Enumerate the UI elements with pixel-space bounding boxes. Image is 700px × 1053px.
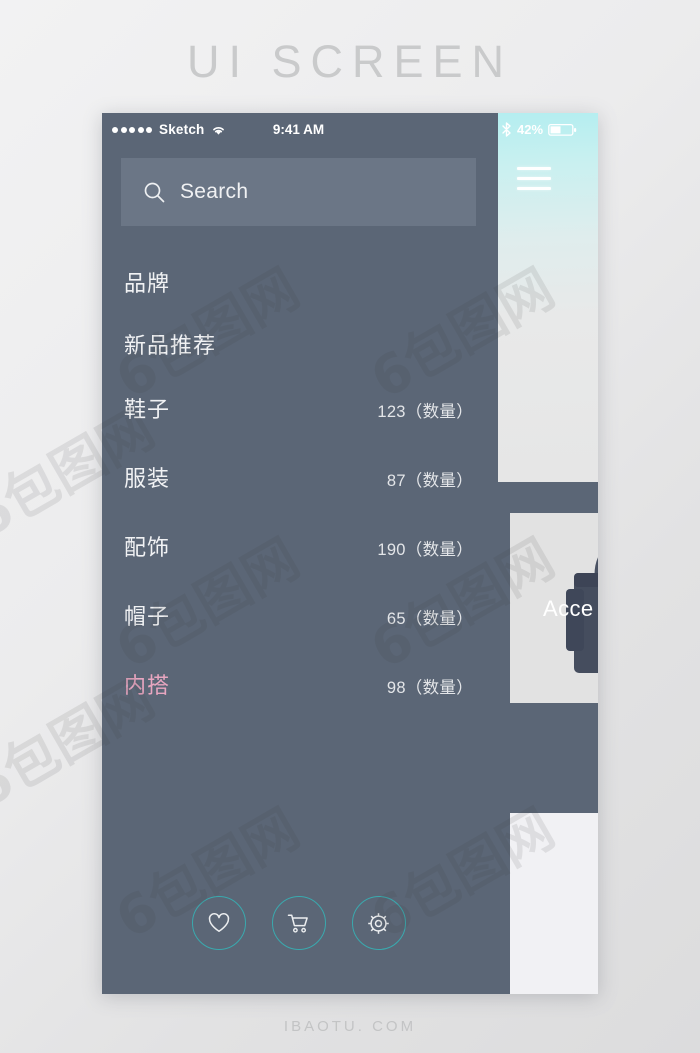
battery-icon <box>548 123 577 136</box>
menu-item-label: 品牌 <box>124 271 171 296</box>
main-screen-peek[interactable]: 42% Acce <box>495 113 598 994</box>
menu-item-label: 鞋子 <box>124 397 171 422</box>
menu-item-count: 65（数量） <box>386 610 473 628</box>
status-bar-right: 42% <box>495 113 598 146</box>
menu-item-count: 123（数量） <box>377 403 473 421</box>
gear-icon <box>368 912 389 934</box>
menu-item-new-arrivals[interactable]: 新品推荐 <box>124 328 473 360</box>
menu-item-clothing[interactable]: 服装 87（数量） <box>124 461 473 493</box>
menu-item-label: 配饰 <box>124 535 171 560</box>
search-placeholder: Search <box>180 180 249 203</box>
battery-percent-label: 42% <box>517 122 544 137</box>
wifi-icon <box>213 126 225 135</box>
favorites-button[interactable] <box>191 896 246 950</box>
menu-item-count: 190（数量） <box>377 541 473 559</box>
menu-item-label: 服装 <box>124 466 171 491</box>
sidebar-drawer: Sketch 9:41 AM Search 品牌 新品推荐 鞋子 123（数量）… <box>102 113 495 994</box>
search-icon <box>144 182 165 202</box>
menu-item-label: 新品推荐 <box>124 333 217 358</box>
cart-button[interactable] <box>271 896 326 950</box>
signal-strength-dots <box>112 126 152 133</box>
bluetooth-icon <box>502 122 511 137</box>
search-container: Search <box>102 146 495 226</box>
page-title: UI SCREEN <box>186 36 514 87</box>
status-bar: Sketch 9:41 AM <box>102 113 495 146</box>
heart-icon <box>208 912 229 933</box>
menu-item-count: 98（数量） <box>386 679 473 697</box>
menu-item-label: 内搭 <box>124 673 171 698</box>
hamburger-icon[interactable] <box>517 167 551 190</box>
status-bar-left: Sketch <box>112 122 226 137</box>
phone-mockup: Sketch 9:41 AM Search 品牌 新品推荐 鞋子 123（数量）… <box>102 113 598 994</box>
menu-item-accessories[interactable]: 配饰 190（数量） <box>124 530 473 562</box>
menu-item-label: 帽子 <box>124 604 171 629</box>
carrier-label: Sketch <box>159 122 205 137</box>
product-card-secondary[interactable] <box>510 813 598 994</box>
menu-item-hats[interactable]: 帽子 65（数量） <box>124 599 473 631</box>
search-input[interactable]: Search <box>121 158 476 226</box>
cart-icon <box>287 913 308 933</box>
menu-item-brand[interactable]: 品牌 <box>124 266 473 298</box>
product-card-label: Acce <box>543 596 594 621</box>
settings-button[interactable] <box>351 896 406 950</box>
menu-list: 品牌 新品推荐 鞋子 123（数量） 服装 87（数量） 配饰 190（数量） … <box>102 226 495 896</box>
menu-item-count: 87（数量） <box>386 472 473 490</box>
menu-item-innerwear[interactable]: 内搭 98（数量） <box>124 668 473 700</box>
page-footer: IBAOTU. COM <box>283 1018 417 1035</box>
product-card-accessories[interactable]: Acce <box>510 513 598 703</box>
action-button-row <box>102 896 495 994</box>
menu-item-shoes[interactable]: 鞋子 123（数量） <box>124 392 473 424</box>
